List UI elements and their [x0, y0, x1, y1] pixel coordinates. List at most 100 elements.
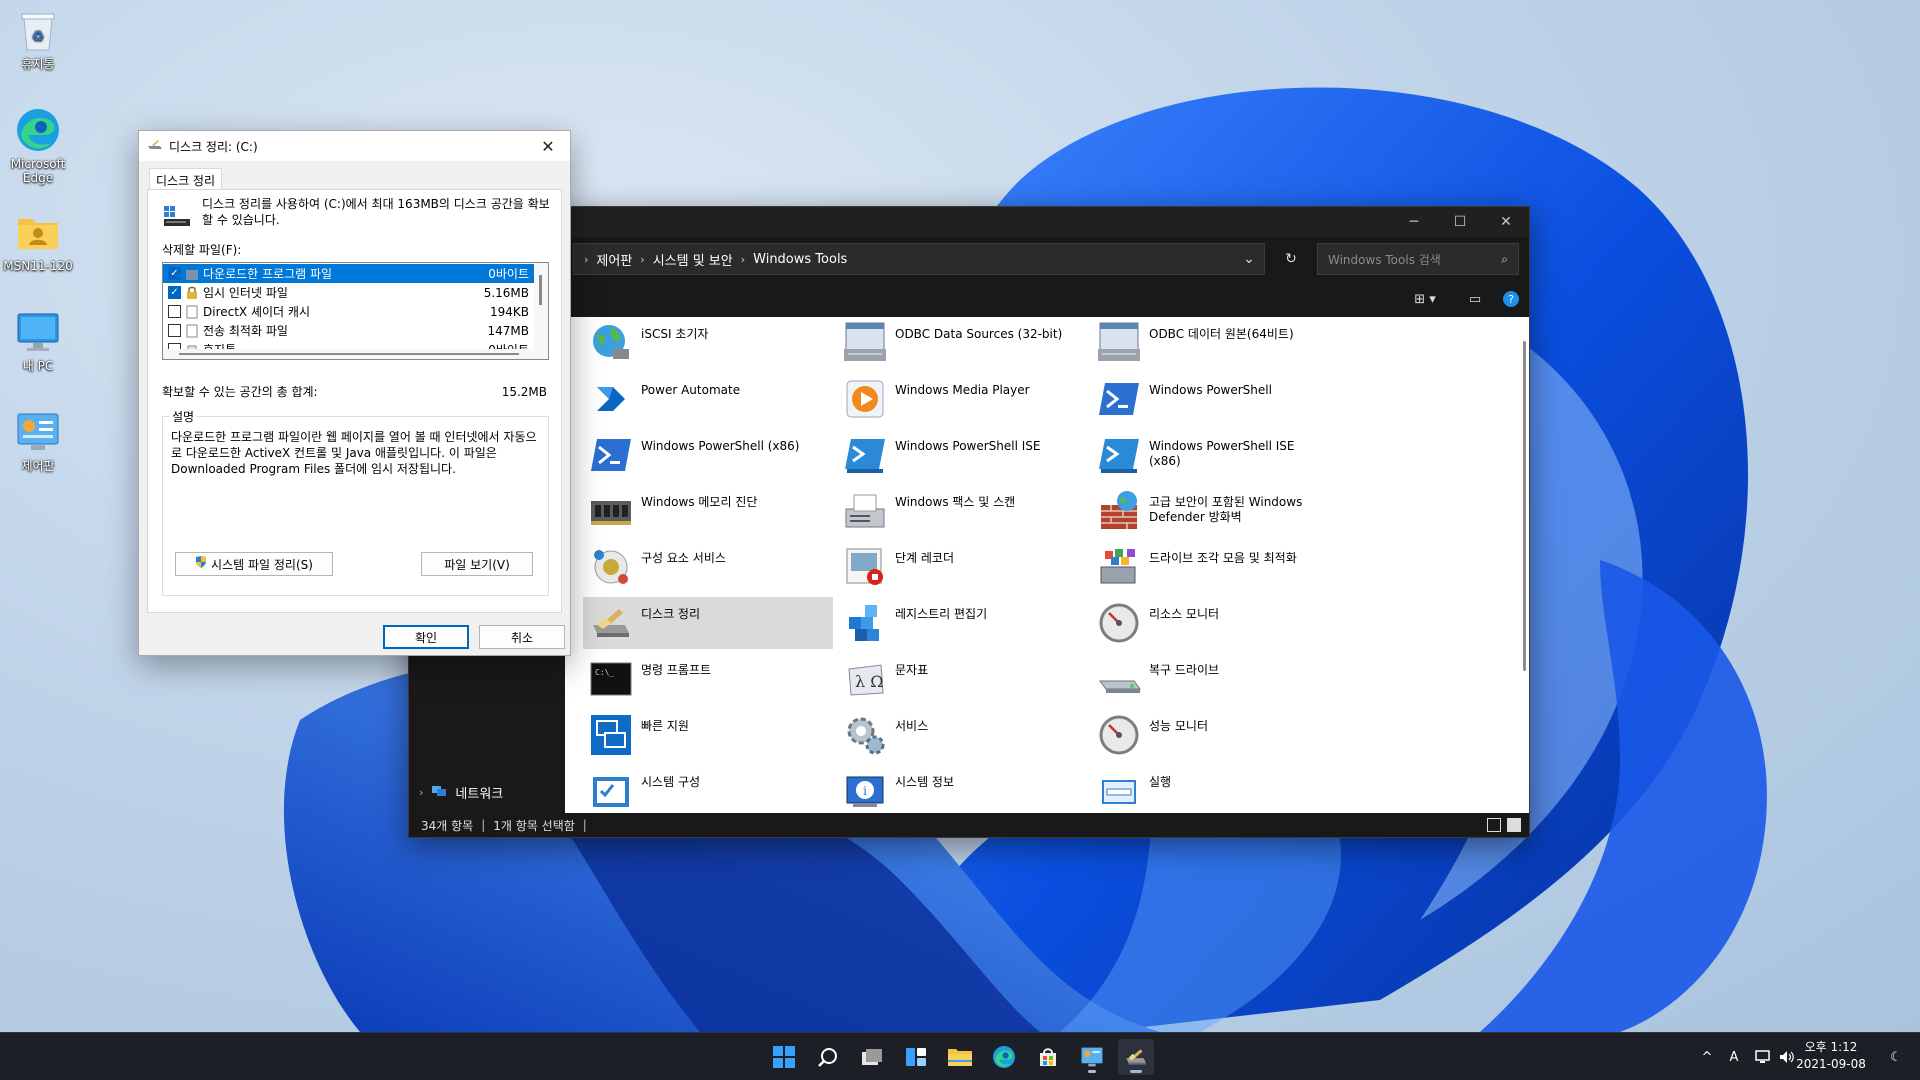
- ime-indicator[interactable]: A: [1722, 1033, 1746, 1080]
- chevron-up-icon[interactable]: ^: [1696, 1033, 1718, 1080]
- tool-item-fax-scan[interactable]: Windows 팩스 및 스캔: [837, 485, 1087, 537]
- tab-disk-cleanup[interactable]: 디스크 정리: [149, 168, 223, 190]
- tool-item-services[interactable]: 서비스: [837, 709, 1087, 761]
- tool-item-label: 성능 모니터: [1149, 719, 1209, 733]
- charmap-icon: λ Ω: [841, 655, 889, 703]
- tool-item-component-services[interactable]: 구성 요소 서비스: [583, 541, 833, 593]
- control-panel-icon[interactable]: [1074, 1039, 1110, 1075]
- tool-item-media-player[interactable]: Windows Media Player: [837, 373, 1087, 425]
- tool-item-steps-recorder[interactable]: 단계 레코더: [837, 541, 1087, 593]
- tool-item-system-configuration[interactable]: 시스템 구성: [583, 765, 833, 813]
- tool-item-performance-monitor[interactable]: 성능 모니터: [1091, 709, 1341, 761]
- tool-item-label: 리소스 모니터: [1149, 607, 1220, 621]
- tool-item-character-map[interactable]: λ Ω 문자표: [837, 653, 1087, 705]
- details-view-button[interactable]: [1487, 818, 1501, 832]
- desktop-icon-edge[interactable]: Microsoft Edge: [0, 106, 76, 185]
- desktop-icon-recycle-bin[interactable]: ♻ 휴지통: [0, 6, 76, 71]
- nav-item-network[interactable]: › 네트워크: [419, 783, 503, 802]
- disk-cleanup-dialog[interactable]: 디스크 정리: (C:) ✕ 디스크 정리 디스크 정리를 사용하여 (C:)에…: [138, 130, 571, 656]
- view-options-icon[interactable]: ⊞ ▾: [1405, 287, 1445, 311]
- tool-item-run[interactable]: 실행: [1091, 765, 1341, 813]
- minimize-button[interactable]: ─: [1391, 207, 1437, 237]
- tool-item-iscsi[interactable]: iSCSI 초기자: [583, 317, 833, 369]
- refresh-icon[interactable]: ↻: [1275, 243, 1307, 275]
- desktop-icon-user-folder[interactable]: MSN11-120: [0, 208, 76, 273]
- ok-button[interactable]: 확인: [383, 625, 469, 649]
- tool-item-disk-cleanup[interactable]: 디스크 정리: [583, 597, 833, 649]
- clock[interactable]: 오후 1:12 2021-09-08: [1786, 1039, 1876, 1073]
- tool-item-registry-editor[interactable]: 레지스트리 편집기: [837, 597, 1087, 649]
- disk-cleanup-icon[interactable]: [1118, 1039, 1154, 1075]
- preview-pane-icon[interactable]: ▭: [1461, 287, 1489, 311]
- moon-icon[interactable]: ☾: [1884, 1033, 1908, 1080]
- chevron-right-icon[interactable]: ›: [419, 786, 423, 799]
- files-to-delete-label: 삭제할 파일(F):: [162, 243, 242, 257]
- tool-item-odbc-32[interactable]: ODBC Data Sources (32-bit): [837, 317, 1087, 369]
- large-icons-view-button[interactable]: [1507, 818, 1521, 832]
- scroll-thumb[interactable]: [179, 353, 519, 355]
- files-to-delete-list[interactable]: ✓ 다운로드한 프로그램 파일 0바이트 ✓ 임시 인터넷 파일 5.16MB …: [162, 262, 549, 360]
- tool-item-recovery-drive[interactable]: 복구 드라이브: [1091, 653, 1341, 705]
- address-history-dropdown[interactable]: ⌄: [1233, 243, 1265, 275]
- network-icon[interactable]: [1752, 1033, 1774, 1080]
- search-icon[interactable]: [810, 1039, 846, 1075]
- tool-item-powershell[interactable]: Windows PowerShell: [1091, 373, 1341, 425]
- close-button[interactable]: ✕: [1483, 207, 1529, 237]
- tool-item-resource-monitor[interactable]: 리소스 모니터: [1091, 597, 1341, 649]
- cmd-icon: C:\_: [587, 655, 635, 703]
- breadcrumb-windows-tools[interactable]: Windows Tools: [753, 252, 847, 267]
- vertical-scrollbar[interactable]: [534, 263, 548, 359]
- tool-item-system-information[interactable]: i 시스템 정보: [837, 765, 1087, 813]
- list-item[interactable]: ✓ 다운로드한 프로그램 파일 0바이트: [163, 264, 535, 283]
- explorer-titlebar[interactable]: ─ ☐ ✕: [409, 207, 1529, 237]
- checkbox[interactable]: ✓: [168, 286, 181, 299]
- checkbox[interactable]: [168, 305, 181, 318]
- folder-icon: [185, 267, 199, 281]
- tool-item-label: ODBC Data Sources (32-bit): [895, 327, 1063, 341]
- desktop-icon-this-pc[interactable]: 내 PC: [0, 308, 76, 373]
- list-item[interactable]: DirectX 셰이더 캐시 194KB: [163, 302, 535, 321]
- tool-item-quick-assist[interactable]: 빠른 지원: [583, 709, 833, 761]
- horizontal-scrollbar[interactable]: [163, 349, 535, 359]
- list-item[interactable]: 전송 최적화 파일 147MB: [163, 321, 535, 340]
- search-input[interactable]: Windows Tools 검색 ⌕: [1317, 243, 1519, 275]
- iscsi-globe-icon: [587, 319, 635, 367]
- tool-item-power-automate[interactable]: Power Automate: [583, 373, 833, 425]
- dialog-titlebar[interactable]: 디스크 정리: (C:): [139, 131, 570, 161]
- system-info-icon: i: [841, 767, 889, 813]
- widgets-icon[interactable]: [898, 1039, 934, 1075]
- checkbox[interactable]: ✓: [168, 267, 181, 280]
- desktop-icon-control-panel[interactable]: 제어판: [0, 408, 76, 473]
- view-files-button[interactable]: 파일 보기(V): [421, 552, 533, 576]
- tool-item-odbc-64[interactable]: ODBC 데이터 원본(64비트): [1091, 317, 1341, 369]
- windows-tools-explorer-window[interactable]: ─ ☐ ✕ › 제어판 › 시스템 및 보안 › Windows Tools ⌄…: [408, 206, 1530, 838]
- maximize-button[interactable]: ☐: [1437, 207, 1483, 237]
- file-explorer-icon[interactable]: [942, 1039, 978, 1075]
- cancel-button[interactable]: 취소: [479, 625, 565, 649]
- store-icon[interactable]: [1030, 1039, 1066, 1075]
- task-view-icon[interactable]: [854, 1039, 890, 1075]
- tool-item-powershell-ise-x86[interactable]: Windows PowerShell ISE (x86): [1091, 429, 1341, 481]
- list-item[interactable]: ✓ 임시 인터넷 파일 5.16MB: [163, 283, 535, 302]
- tool-item-powershell-x86[interactable]: Windows PowerShell (x86): [583, 429, 833, 481]
- tool-item-defender-firewall[interactable]: 고급 보안이 포함된 Windows Defender 방화벽: [1091, 485, 1341, 537]
- memory-chip-icon: [587, 487, 635, 535]
- tool-item-defragment[interactable]: 드라이브 조각 모음 및 최적화: [1091, 541, 1341, 593]
- user-folder-icon: [14, 208, 62, 256]
- start-button[interactable]: [766, 1039, 802, 1075]
- vertical-scrollbar[interactable]: [1523, 341, 1526, 671]
- checkbox[interactable]: [168, 324, 181, 337]
- tool-item-command-prompt[interactable]: C:\_ 명령 프롬프트: [583, 653, 833, 705]
- address-bar[interactable]: › 제어판 › 시스템 및 보안 › Windows Tools: [573, 243, 1265, 275]
- breadcrumb-system-security[interactable]: 시스템 및 보안: [653, 250, 733, 269]
- help-icon[interactable]: ?: [1499, 287, 1523, 311]
- breadcrumb-control-panel[interactable]: 제어판: [596, 250, 632, 269]
- description-text: 다운로드한 프로그램 파일이란 웹 페이지를 열어 볼 때 인터넷에서 자동으로…: [171, 430, 537, 476]
- close-button[interactable]: ✕: [526, 131, 570, 161]
- tool-item-memory-diagnostic[interactable]: Windows 메모리 진단: [583, 485, 833, 537]
- scroll-thumb[interactable]: [539, 275, 542, 305]
- edge-icon[interactable]: [986, 1039, 1022, 1075]
- cleanup-system-files-button[interactable]: 시스템 파일 정리(S): [175, 552, 333, 576]
- tool-item-powershell-ise[interactable]: Windows PowerShell ISE: [837, 429, 1087, 481]
- powershell-ise-icon: [1095, 431, 1143, 479]
